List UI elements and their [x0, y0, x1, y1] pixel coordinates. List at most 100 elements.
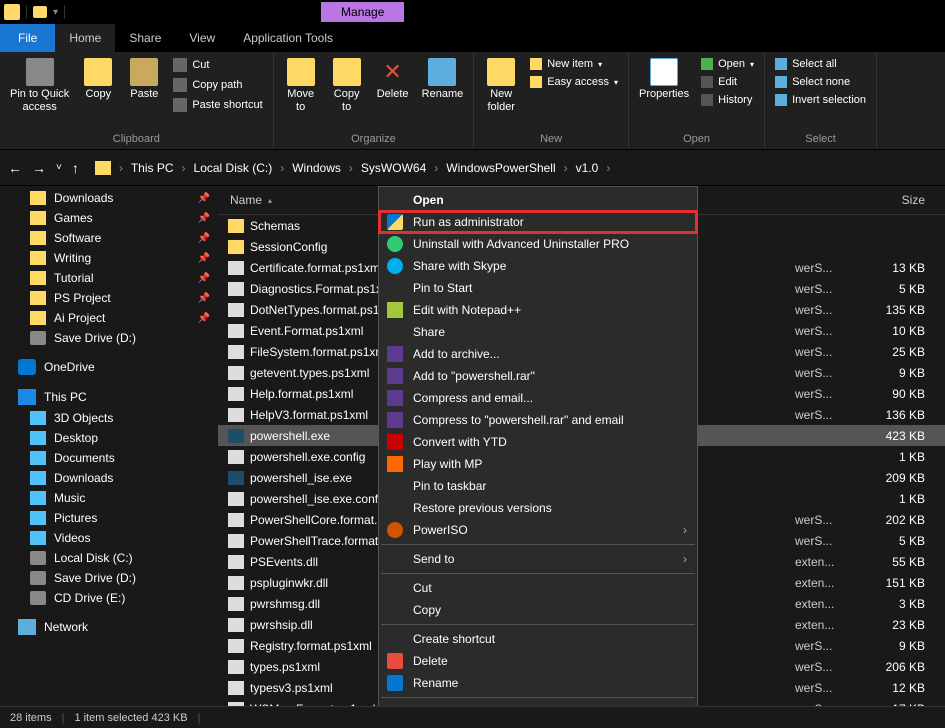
context-menu-item[interactable]: Play with MP: [379, 453, 697, 475]
file-size: 5 KB: [865, 534, 945, 548]
del-icon: [387, 653, 403, 669]
forward-button[interactable]: →: [32, 160, 46, 176]
recent-dropdown[interactable]: ˅: [56, 162, 62, 173]
context-menu-item[interactable]: Restore previous versions: [379, 497, 697, 519]
sidebar-item[interactable]: Writing📌: [0, 248, 218, 268]
tab-application-tools[interactable]: Application Tools: [229, 24, 347, 52]
pin-quick-access-button[interactable]: Pin to Quick access: [6, 56, 73, 116]
copy-button[interactable]: Copy: [77, 56, 119, 103]
manage-contextual-tab[interactable]: Manage: [321, 2, 404, 22]
context-menu-item[interactable]: Pin to taskbar: [379, 475, 697, 497]
sidebar-label: PS Project: [54, 291, 111, 305]
context-menu-item[interactable]: PowerISO›: [379, 519, 697, 541]
select-none-button[interactable]: Select none: [771, 74, 870, 90]
context-menu-item[interactable]: Edit with Notepad++: [379, 299, 697, 321]
context-menu: OpenRun as administratorUninstall with A…: [378, 186, 698, 706]
sidebar-item[interactable]: Save Drive (D:): [0, 568, 218, 588]
file-icon: [228, 324, 244, 338]
context-menu-item[interactable]: Delete: [379, 650, 697, 672]
properties-button[interactable]: Properties: [635, 56, 693, 103]
new-folder-button[interactable]: New folder: [480, 56, 522, 116]
sidebar-network[interactable]: Network: [0, 616, 218, 638]
menu-label: Copy: [413, 603, 441, 617]
easy-access-button[interactable]: Easy access ▾: [526, 74, 622, 90]
breadcrumb-item[interactable]: Windows: [288, 159, 345, 177]
rename-button[interactable]: Rename: [418, 56, 468, 103]
context-menu-item[interactable]: Rename: [379, 672, 697, 694]
sidebar-thispc[interactable]: This PC: [0, 386, 218, 408]
menu-label: Convert with YTD: [413, 435, 507, 449]
sidebar-label: Save Drive (D:): [54, 331, 136, 345]
context-menu-item[interactable]: Cut: [379, 577, 697, 599]
history-button[interactable]: History: [697, 92, 758, 108]
context-menu-item[interactable]: Uninstall with Advanced Uninstaller PRO: [379, 233, 697, 255]
sidebar-item[interactable]: Videos: [0, 528, 218, 548]
move-to-button[interactable]: Move to: [280, 56, 322, 116]
tab-share[interactable]: Share: [115, 24, 175, 52]
context-menu-item[interactable]: Pin to Start: [379, 277, 697, 299]
paste-shortcut-button[interactable]: Paste shortcut: [169, 96, 266, 114]
sidebar-item[interactable]: Local Disk (C:): [0, 548, 218, 568]
sidebar-item[interactable]: 3D Objects: [0, 408, 218, 428]
context-menu-item[interactable]: Add to "powershell.rar": [379, 365, 697, 387]
copy-to-button[interactable]: Copy to: [326, 56, 368, 116]
sidebar-item[interactable]: PS Project📌: [0, 288, 218, 308]
breadcrumb-item[interactable]: Local Disk (C:): [190, 159, 277, 177]
file-name: HelpV3.format.ps1xml: [250, 408, 395, 422]
context-menu-item[interactable]: Compress and email...: [379, 387, 697, 409]
new-item-button[interactable]: New item ▾: [526, 56, 622, 72]
sidebar-item[interactable]: Save Drive (D:): [0, 328, 218, 348]
sidebar-item[interactable]: Software📌: [0, 228, 218, 248]
context-menu-item[interactable]: Open: [379, 189, 697, 211]
breadcrumb-item[interactable]: SysWOW64: [357, 159, 430, 177]
context-menu-item[interactable]: Copy: [379, 599, 697, 621]
sidebar-item[interactable]: Pictures: [0, 508, 218, 528]
breadcrumb-item[interactable]: This PC: [127, 159, 178, 177]
sidebar-item[interactable]: Tutorial📌: [0, 268, 218, 288]
edit-button[interactable]: Edit: [697, 74, 758, 90]
cut-button[interactable]: Cut: [169, 56, 266, 74]
breadcrumb-item[interactable]: WindowsPowerShell: [442, 159, 559, 177]
menu-label: Compress and email...: [413, 391, 533, 405]
breadcrumb[interactable]: › This PC› Local Disk (C:)› Windows› Sys…: [87, 155, 937, 181]
tab-home[interactable]: Home: [55, 24, 115, 52]
context-menu-item[interactable]: Share with Skype: [379, 255, 697, 277]
folder-icon: [4, 4, 20, 20]
sidebar-item[interactable]: Desktop: [0, 428, 218, 448]
copy-path-button[interactable]: Copy path: [169, 76, 266, 94]
file-size: 1 KB: [865, 450, 945, 464]
menu-label: Cut: [413, 581, 432, 595]
context-menu-item[interactable]: Send to›: [379, 548, 697, 570]
back-button[interactable]: ←: [8, 160, 22, 176]
folder-icon: [30, 211, 46, 225]
file-icon: [228, 240, 244, 254]
sidebar-item[interactable]: CD Drive (E:): [0, 588, 218, 608]
context-menu-item[interactable]: Add to archive...: [379, 343, 697, 365]
up-button[interactable]: ↑: [72, 160, 79, 176]
context-menu-item[interactable]: Run as administrator: [379, 211, 697, 233]
tab-view[interactable]: View: [175, 24, 229, 52]
file-name: typesv3.ps1xml: [250, 681, 395, 695]
context-menu-item[interactable]: Convert with YTD: [379, 431, 697, 453]
sidebar-onedrive[interactable]: OneDrive: [0, 356, 218, 378]
tab-file[interactable]: File: [0, 24, 55, 52]
context-menu-item[interactable]: Compress to "powershell.rar" and email: [379, 409, 697, 431]
context-menu-item[interactable]: Share: [379, 321, 697, 343]
sidebar-item[interactable]: Downloads📌: [0, 188, 218, 208]
delete-button[interactable]: ✕Delete: [372, 56, 414, 103]
context-menu-item[interactable]: Properties: [379, 701, 697, 706]
invert-selection-button[interactable]: Invert selection: [771, 92, 870, 108]
sidebar-item[interactable]: Ai Project📌: [0, 308, 218, 328]
context-menu-item[interactable]: Create shortcut: [379, 628, 697, 650]
paste-button[interactable]: Paste: [123, 56, 165, 103]
column-name[interactable]: Name▴: [218, 190, 373, 210]
sidebar-item[interactable]: Games📌: [0, 208, 218, 228]
dropdown-icon[interactable]: ▾: [53, 7, 58, 18]
sidebar-item[interactable]: Downloads: [0, 468, 218, 488]
select-all-button[interactable]: Select all: [771, 56, 870, 72]
open-button[interactable]: Open ▾: [697, 56, 758, 72]
breadcrumb-item[interactable]: v1.0: [572, 159, 603, 177]
sidebar-item[interactable]: Music: [0, 488, 218, 508]
column-size[interactable]: Size: [845, 190, 945, 210]
sidebar-item[interactable]: Documents: [0, 448, 218, 468]
